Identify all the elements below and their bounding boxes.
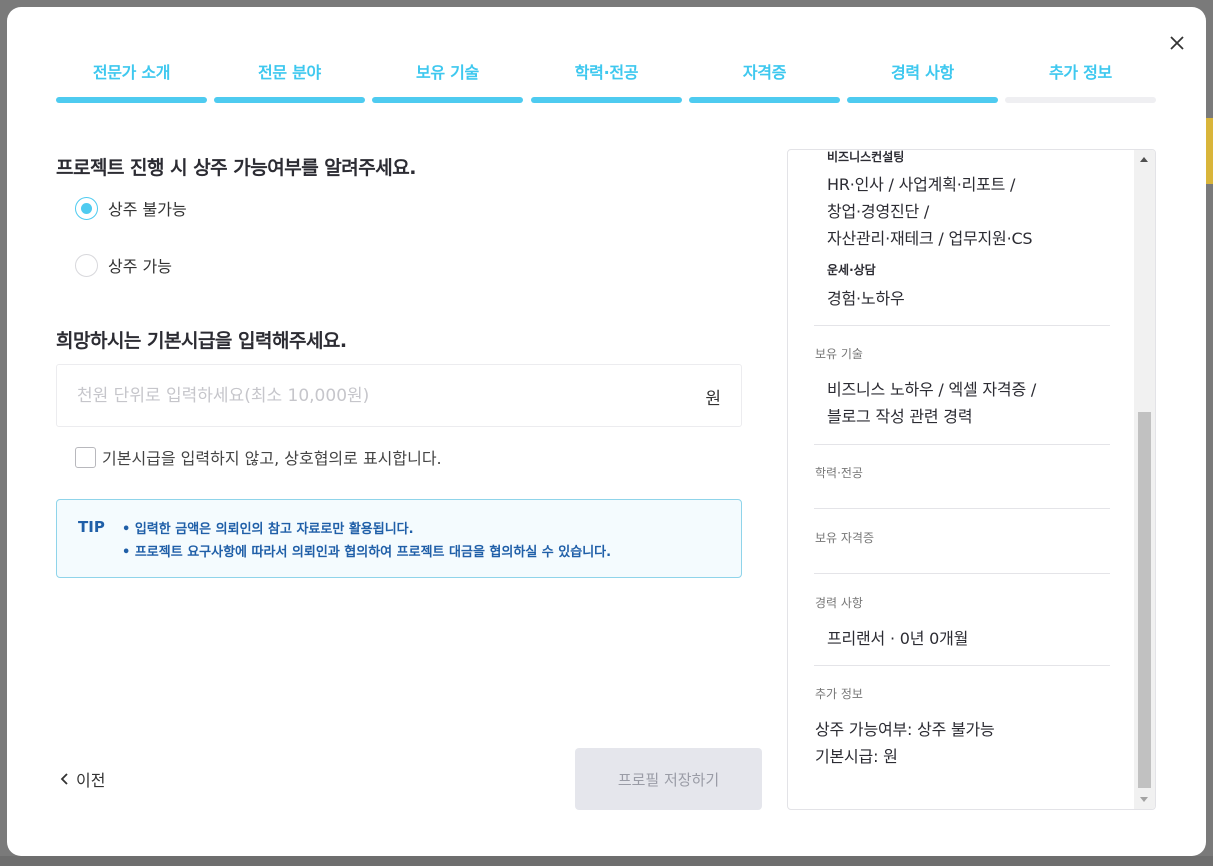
preview-section-title: 보유 기술 — [815, 347, 863, 361]
preview-text: 기본시급: 원 — [815, 747, 898, 766]
step-label: 학력·전공 — [574, 63, 639, 82]
tip-line-1: • 입력한 금액은 의뢰인의 참고 자료로만 활용됩니다. — [122, 522, 414, 537]
step-label: 자격증 — [742, 63, 787, 82]
tip-box: TIP • 입력한 금액은 의뢰인의 참고 자료로만 활용됩니다. • 프로젝트… — [56, 499, 742, 578]
step-label: 보유 기술 — [416, 63, 479, 82]
step-bar — [847, 97, 998, 103]
step-intro[interactable]: 전문가 소개 — [56, 59, 207, 109]
step-education[interactable]: 학력·전공 — [531, 59, 682, 109]
radio-not-resident[interactable]: 상주 불가능 — [75, 195, 187, 221]
step-bar — [372, 97, 523, 103]
preview-content: 비즈니스컨설팅 HR·인사 / 사업계획·리포트 / 창업·경영진단 / 자산관… — [788, 150, 1133, 809]
step-label: 전문 분야 — [258, 63, 321, 82]
step-field[interactable]: 전문 분야 — [214, 59, 365, 109]
prev-label: 이전 — [76, 771, 106, 790]
chevron-left-icon — [60, 773, 68, 785]
preview-divider — [814, 665, 1110, 666]
backdrop-accent — [1206, 118, 1213, 184]
profile-modal: 전문가 소개 전문 분야 보유 기술 학력·전공 자격증 경력 사항 추가 정보 — [7, 7, 1206, 856]
step-bar — [531, 97, 682, 103]
preview-text: 블로그 작성 관련 경력 — [827, 407, 973, 426]
profile-preview-panel[interactable]: 비즈니스컨설팅 HR·인사 / 사업계획·리포트 / 창업·경영진단 / 자산관… — [787, 149, 1156, 810]
preview-section-title: 학력·전공 — [815, 466, 863, 480]
save-profile-button[interactable]: 프로필 저장하기 — [575, 748, 762, 810]
tip-lines: • 입력한 금액은 의뢰인의 참고 자료로만 활용됩니다. • 프로젝트 요구사… — [122, 518, 611, 564]
preview-category-title: 운세·상담 — [827, 263, 876, 277]
preview-text: 자산관리·재테크 / 업무지원·CS — [827, 229, 1033, 248]
preview-text: 경험·노하우 — [827, 289, 905, 308]
radio-label: 상주 가능 — [108, 257, 172, 276]
preview-section-title: 추가 정보 — [815, 687, 863, 701]
radio-checked-icon[interactable] — [75, 196, 98, 220]
preview-divider — [814, 325, 1110, 326]
preview-section-title: 보유 자격증 — [815, 531, 875, 545]
step-career[interactable]: 경력 사항 — [847, 59, 998, 109]
preview-text: 비즈니스 노하우 / 엑셀 자격증 / — [827, 380, 1037, 399]
prev-button[interactable]: 이전 — [60, 767, 105, 791]
preview-text: HR·인사 / 사업계획·리포트 / — [827, 175, 1016, 194]
scroll-thumb[interactable] — [1138, 412, 1151, 788]
resident-question: 프로젝트 진행 시 상주 가능여부를 알려주세요. — [56, 157, 416, 179]
preview-divider — [814, 444, 1110, 445]
scroll-up-icon[interactable] — [1140, 157, 1148, 162]
tip-line-2: • 프로젝트 요구사항에 따라서 의뢰인과 협의하여 프로젝트 대금을 협의하실… — [122, 545, 612, 560]
wage-question: 희망하시는 기본시급을 입력해주세요. — [56, 330, 347, 352]
preview-divider — [814, 573, 1110, 574]
step-bar — [1005, 97, 1156, 103]
preview-text: 창업·경영진단 / — [827, 202, 930, 221]
step-label: 전문가 소개 — [92, 63, 171, 82]
negotiable-checkbox[interactable] — [75, 446, 96, 468]
close-icon[interactable] — [1167, 33, 1187, 53]
preview-text: 프리랜서 · 0년 0개월 — [827, 629, 969, 648]
step-bar — [214, 97, 365, 103]
radio-resident[interactable]: 상주 가능 — [75, 252, 172, 278]
preview-scrollbar[interactable] — [1134, 150, 1155, 809]
wage-field[interactable]: 원 — [56, 364, 742, 427]
negotiable-label: 기본시급을 입력하지 않고, 상호협의로 표시합니다. — [102, 449, 442, 468]
preview-divider — [814, 508, 1110, 509]
preview-category-title: 비즈니스컨설팅 — [827, 150, 905, 164]
preview-text: 상주 가능여부: 상주 불가능 — [815, 720, 995, 739]
step-progress: 전문가 소개 전문 분야 보유 기술 학력·전공 자격증 경력 사항 추가 정보 — [56, 59, 1156, 109]
step-extra-info[interactable]: 추가 정보 — [1005, 59, 1156, 109]
backdrop-bottom — [0, 856, 1213, 866]
tip-tag: TIP — [78, 518, 105, 536]
step-label: 추가 정보 — [1049, 63, 1112, 82]
wage-input[interactable] — [77, 365, 677, 426]
wage-unit: 원 — [705, 389, 721, 409]
step-bar — [689, 97, 840, 103]
radio-label: 상주 불가능 — [108, 200, 187, 219]
radio-unchecked-icon[interactable] — [75, 253, 98, 277]
preview-section-title: 경력 사항 — [815, 596, 863, 610]
scroll-down-icon[interactable] — [1140, 797, 1148, 802]
step-bar — [56, 97, 207, 103]
negotiable-checkbox-row[interactable]: 기본시급을 입력하지 않고, 상호협의로 표시합니다. — [75, 445, 442, 469]
step-skills[interactable]: 보유 기술 — [372, 59, 523, 109]
step-label: 경력 사항 — [891, 63, 954, 82]
step-certificates[interactable]: 자격증 — [689, 59, 840, 109]
